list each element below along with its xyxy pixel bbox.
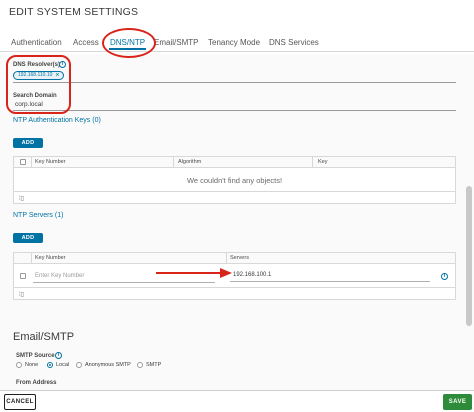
vertical-scrollbar[interactable] <box>466 186 472 326</box>
column-header-algorithm[interactable]: Algorithm <box>178 159 201 165</box>
row-checkbox[interactable] <box>20 273 26 279</box>
dns-resolver-pill[interactable]: 192.168.110.10 × <box>13 71 65 80</box>
column-header-key-number[interactable]: Key Number <box>35 255 66 261</box>
column-header-key-number[interactable]: Key Number <box>35 159 66 165</box>
radio-anonymous-smtp[interactable] <box>76 362 82 368</box>
column-toggle-icon[interactable]: ⁞▯ <box>19 291 24 298</box>
radio-smtp[interactable] <box>137 362 143 368</box>
server-underline <box>230 281 430 282</box>
dialog-footer: CANCEL SAVE <box>0 390 474 412</box>
dns-resolvers-info-icon[interactable]: i <box>59 61 66 68</box>
grid-footer: ⁞▯ <box>14 287 455 299</box>
radio-smtp-label: SMTP <box>146 362 162 368</box>
add-ntp-auth-key-button[interactable]: ADD <box>13 138 43 148</box>
empty-grid-message: We couldn't find any objects! <box>186 176 283 185</box>
radio-local-label: Local <box>56 362 70 368</box>
email-smtp-section-title: Email/SMTP <box>13 331 75 343</box>
column-toggle-icon[interactable]: ⁞▯ <box>19 195 24 202</box>
smtp-source-label: SMTP Source <box>16 353 55 359</box>
dialog-header: EDIT SYSTEM SETTINGS <box>0 0 474 26</box>
smtp-source-info-icon[interactable]: i <box>55 352 62 359</box>
server-info-icon[interactable]: i <box>441 273 448 280</box>
column-separator <box>31 253 32 264</box>
column-separator <box>173 157 174 168</box>
search-domain-label: Search Domain <box>13 93 57 99</box>
column-separator <box>312 157 313 168</box>
tab-dns-services[interactable]: DNS Services <box>269 38 319 47</box>
save-button[interactable]: SAVE <box>443 394 472 410</box>
grid-header: Key Number Servers <box>14 253 455 264</box>
radio-none-label: None <box>25 362 39 368</box>
tab-tenancy-mode[interactable]: Tenancy Mode <box>208 38 260 47</box>
ntp-servers-title: NTP Servers (1) <box>13 212 64 219</box>
ntp-auth-keys-grid: Key Number Algorithm Key We couldn't fin… <box>13 156 456 204</box>
select-all-checkbox[interactable] <box>20 159 26 165</box>
column-separator <box>226 253 227 264</box>
dns-resolver-value: 192.168.110.10 <box>18 72 53 78</box>
column-header-key[interactable]: Key <box>318 159 327 165</box>
dns-resolvers-underline <box>13 82 456 83</box>
search-domain-underline <box>13 110 456 111</box>
tab-authentication[interactable]: Authentication <box>11 38 62 47</box>
tab-bar: Authentication Access DNS/NTP Email/SMTP… <box>0 38 474 52</box>
radio-local[interactable] <box>47 362 53 368</box>
radio-none[interactable] <box>16 362 22 368</box>
radio-anonymous-smtp-label: Anonymous SMTP <box>85 362 131 368</box>
server-input[interactable]: 192.168.100.1 <box>233 272 271 278</box>
annotation-arrow-icon <box>156 268 232 278</box>
grid-header: Key Number Algorithm Key <box>14 157 455 168</box>
dns-resolvers-label: DNS Resolver(s) <box>13 62 61 68</box>
add-ntp-server-button[interactable]: ADD <box>13 233 43 243</box>
remove-resolver-icon[interactable]: × <box>55 72 59 79</box>
cancel-button[interactable]: CANCEL <box>4 394 36 410</box>
ntp-auth-keys-title: NTP Authentication Keys (0) <box>13 117 101 124</box>
tab-access[interactable]: Access <box>73 38 99 47</box>
grid-footer: ⁞▯ <box>14 191 455 203</box>
search-domain-input[interactable]: corp.local <box>15 101 43 108</box>
column-header-servers[interactable]: Servers <box>230 255 249 261</box>
dialog-title: EDIT SYSTEM SETTINGS <box>9 6 139 18</box>
column-separator <box>31 157 32 168</box>
tab-email-smtp[interactable]: Email/SMTP <box>154 38 198 47</box>
ntp-servers-grid: Key Number Servers Enter Key Number 192.… <box>13 252 456 300</box>
key-number-underline <box>33 282 215 283</box>
tab-dns-ntp[interactable]: DNS/NTP <box>108 38 147 50</box>
key-number-input[interactable]: Enter Key Number <box>35 273 84 279</box>
from-address-label: From Address <box>16 380 57 386</box>
